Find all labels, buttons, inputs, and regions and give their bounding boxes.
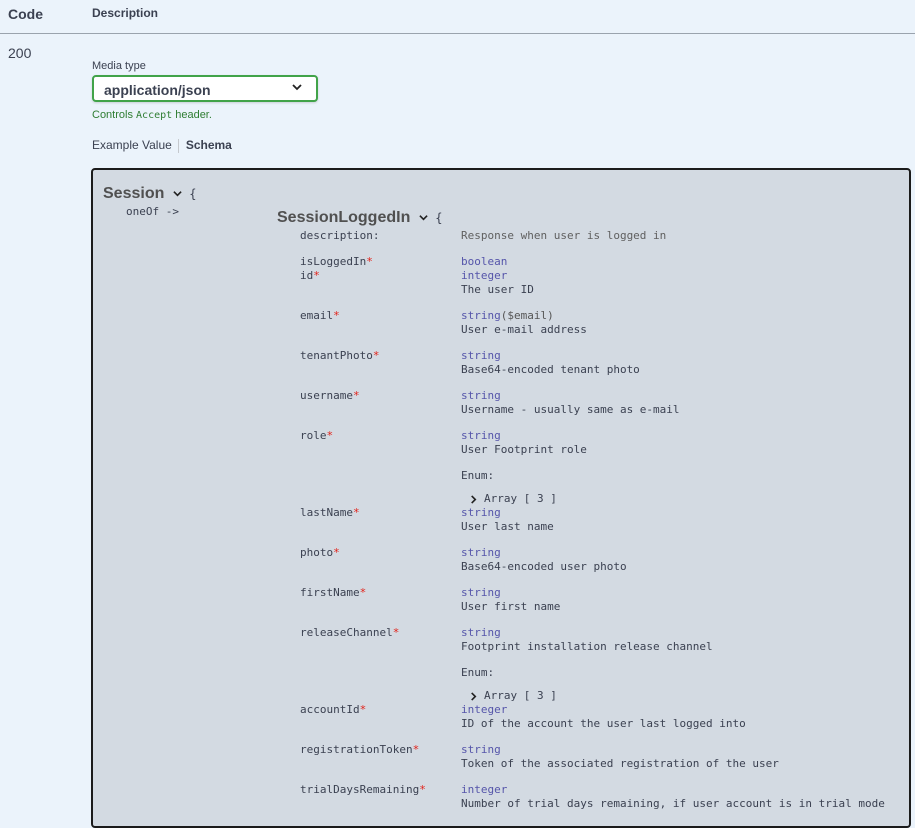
- property-description: ID of the account the user last logged i…: [461, 717, 746, 730]
- property-type: boolean: [461, 255, 508, 268]
- property-name: lastName*: [300, 506, 360, 519]
- property-name: firstName*: [300, 586, 367, 599]
- hint-suffix: header.: [175, 109, 212, 121]
- property-name: id*: [300, 269, 320, 282]
- chevron-down-icon: [292, 84, 302, 91]
- property-type: string: [461, 626, 501, 639]
- property-name: email*: [300, 309, 340, 322]
- property-name: registrationToken*: [300, 743, 420, 756]
- property-name: username*: [300, 389, 360, 402]
- chevron-right-icon: [471, 691, 477, 701]
- property-description: Number of trial days remaining, if user …: [461, 797, 885, 810]
- example-schema-tabs: Example Value Schema: [92, 138, 232, 153]
- property-name: role*: [300, 429, 334, 442]
- tab-schema[interactable]: Schema: [186, 138, 232, 152]
- property-type: integer: [461, 783, 508, 796]
- column-header-code: Code: [8, 6, 43, 22]
- property-description: User Footprint role: [461, 443, 587, 456]
- tab-divider: [177, 138, 179, 153]
- property-type: string: [461, 429, 501, 442]
- one-of-label: oneOf ->: [126, 205, 179, 218]
- schema-panel: Session { oneOf -> SessionLoggedIn { des…: [91, 168, 911, 828]
- property-name: tenantPhoto*: [300, 349, 380, 362]
- property-description: Footprint installation release channel: [461, 640, 713, 653]
- property-description: User last name: [461, 520, 554, 533]
- property-type: string: [461, 586, 501, 599]
- enum-label: Enum:: [461, 666, 495, 679]
- property-type: string: [461, 743, 501, 756]
- chevron-down-icon[interactable]: [173, 189, 182, 198]
- root-model-name: Session: [103, 185, 165, 202]
- response-status-code: 200: [8, 45, 32, 61]
- nested-model-name: SessionLoggedIn: [277, 209, 411, 226]
- hint-prefix: Controls: [92, 109, 133, 121]
- media-type-hint: Controls Accept header.: [92, 109, 212, 121]
- property-type: string: [461, 506, 501, 519]
- media-type-label: Media type: [92, 60, 146, 72]
- property-name: trialDaysRemaining*: [300, 783, 426, 796]
- media-type-select[interactable]: application/json: [92, 75, 318, 102]
- hint-code: Accept: [136, 110, 173, 121]
- model-description-key: description:: [300, 229, 380, 242]
- property-name: isLoggedIn*: [300, 255, 373, 268]
- property-type: integer: [461, 269, 508, 282]
- property-name: photo*: [300, 546, 340, 559]
- enum-label: Enum:: [461, 469, 495, 482]
- property-name: releaseChannel*: [300, 626, 400, 639]
- property-type: integer: [461, 703, 508, 716]
- property-description: The user ID: [461, 283, 534, 296]
- property-type: string: [461, 546, 501, 559]
- property-description: Base64-encoded user photo: [461, 560, 627, 573]
- root-model-header[interactable]: Session {: [103, 185, 197, 203]
- property-type: string: [461, 349, 501, 362]
- property-type: string: [461, 389, 501, 402]
- property-description: User e-mail address: [461, 323, 587, 336]
- property-description: User first name: [461, 600, 561, 613]
- property-description: Base64-encoded tenant photo: [461, 363, 640, 376]
- enum-array-toggle[interactable]: Array [ 3 ]: [469, 492, 557, 505]
- header-divider: [0, 33, 915, 34]
- enum-array-toggle[interactable]: Array [ 3 ]: [469, 689, 557, 702]
- media-type-value: application/json: [104, 82, 211, 98]
- nested-model-header[interactable]: SessionLoggedIn {: [277, 209, 442, 227]
- nested-open-brace: {: [435, 211, 443, 225]
- property-type: string($email): [461, 309, 554, 322]
- property-description: Token of the associated registration of …: [461, 757, 779, 770]
- property-name: accountId*: [300, 703, 367, 716]
- model-description-value: Response when user is logged in: [461, 229, 667, 242]
- column-header-description: Description: [92, 6, 159, 20]
- chevron-down-icon[interactable]: [419, 213, 428, 222]
- root-open-brace: {: [189, 187, 197, 201]
- tab-example-value[interactable]: Example Value: [92, 138, 172, 152]
- property-description: Username - usually same as e-mail: [461, 403, 680, 416]
- chevron-right-icon: [471, 494, 477, 504]
